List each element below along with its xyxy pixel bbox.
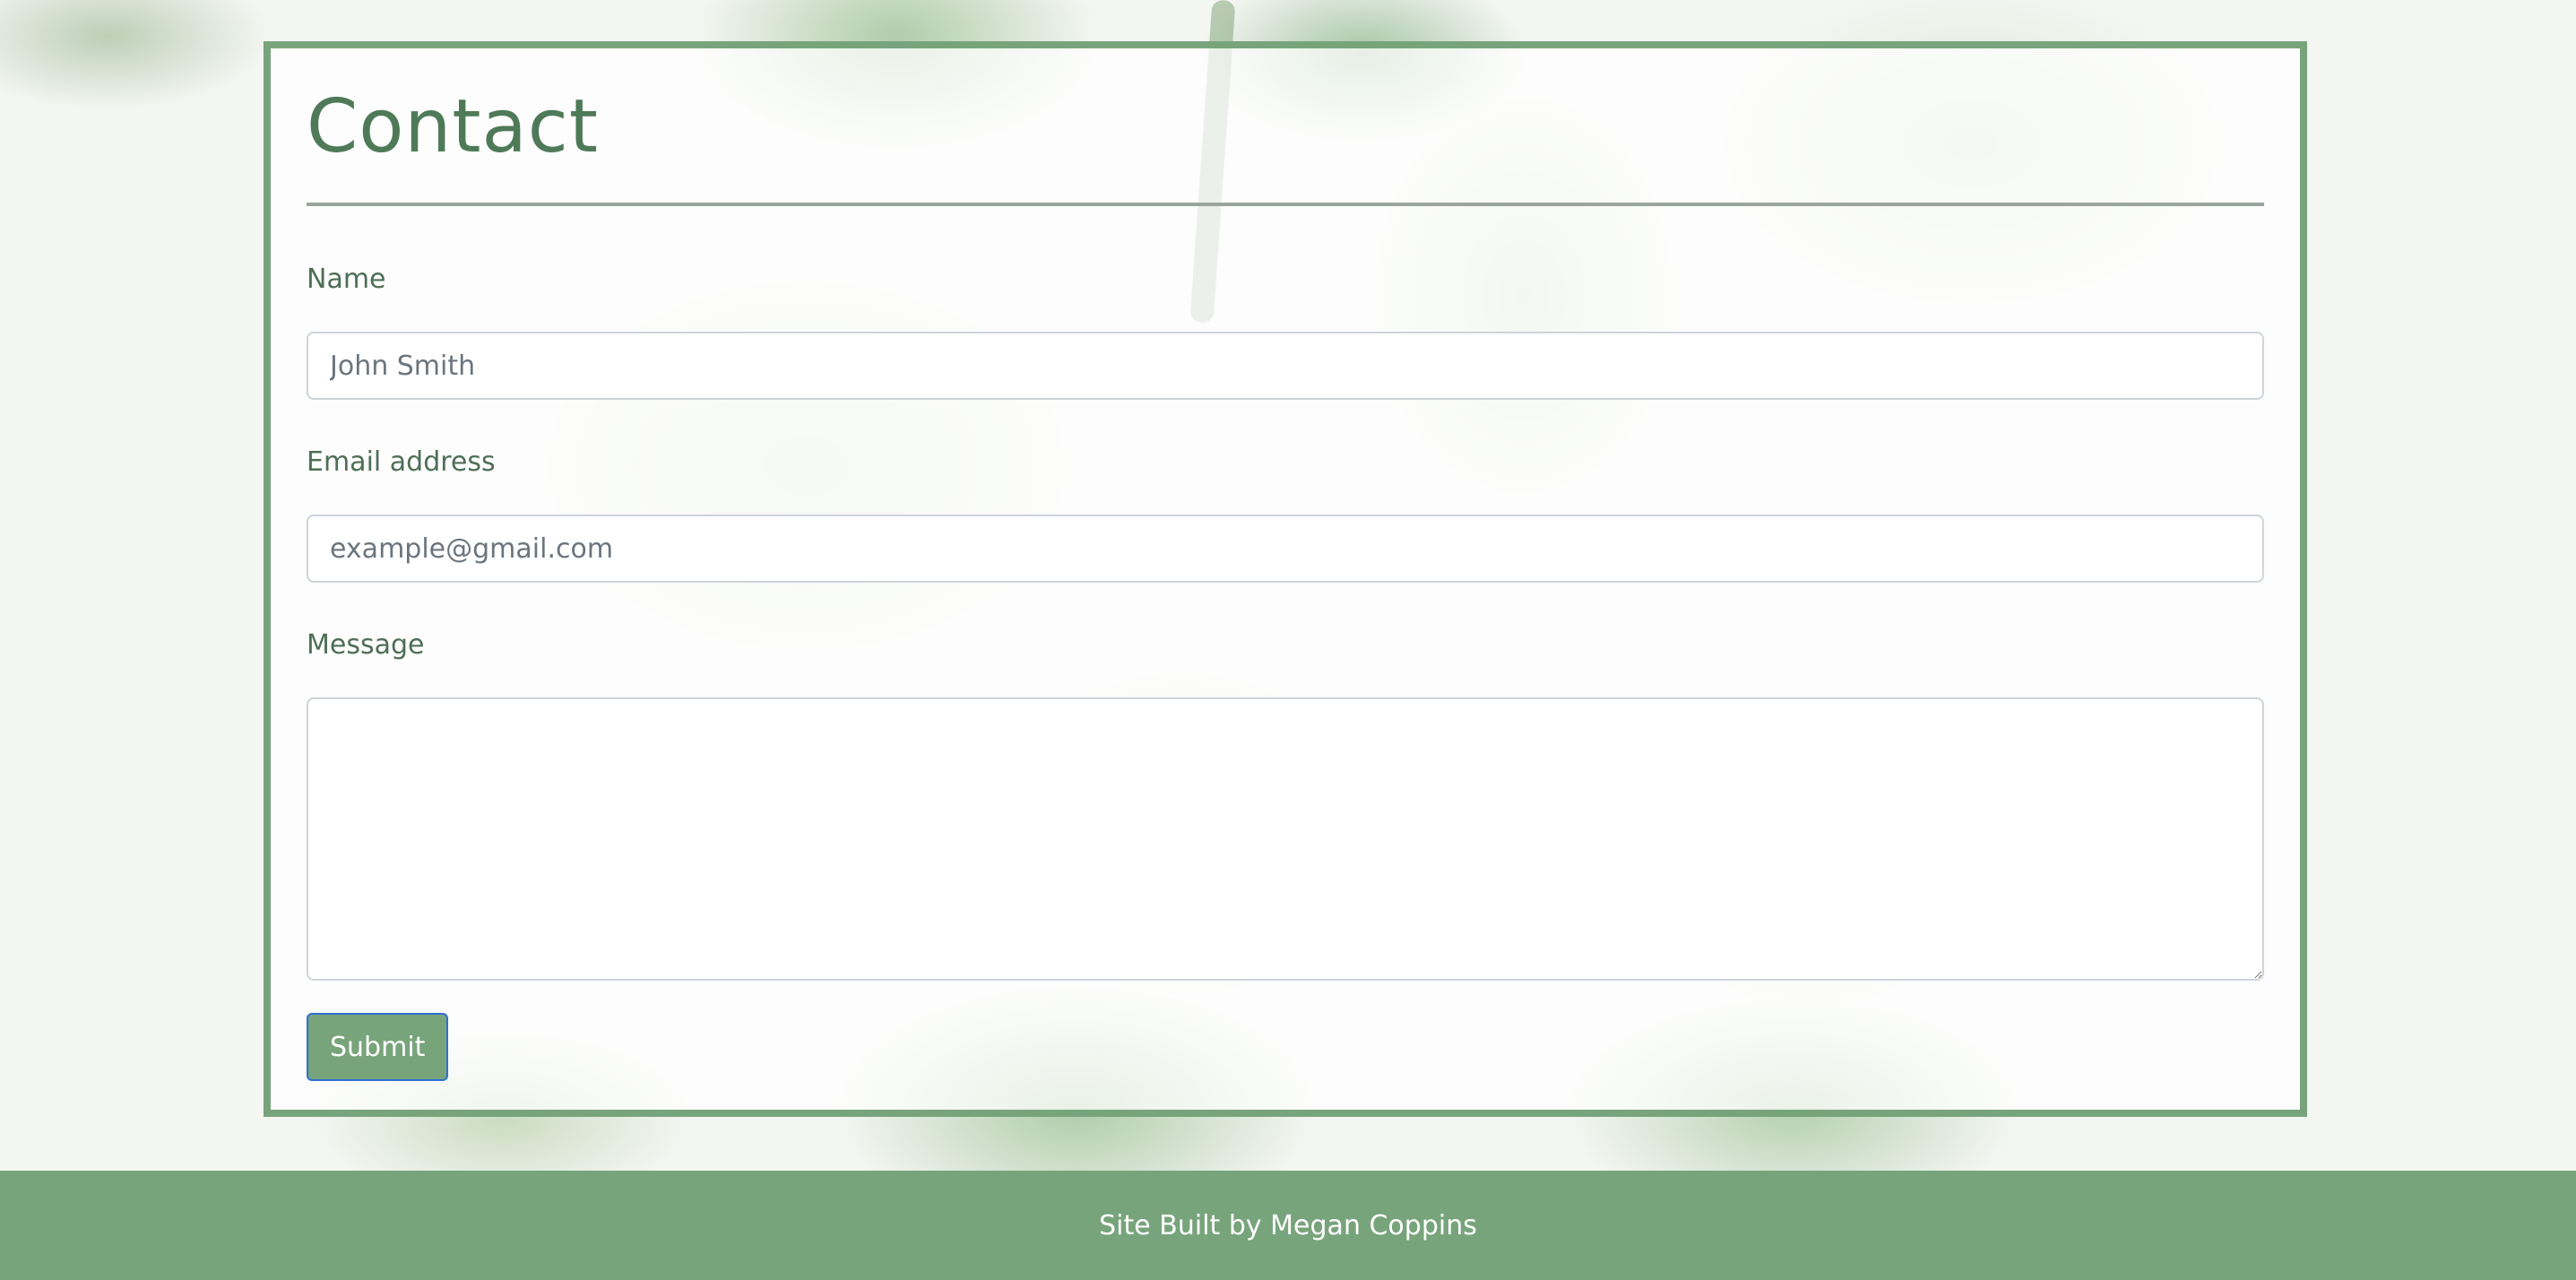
email-input[interactable]	[307, 515, 2264, 583]
title-divider	[307, 203, 2264, 206]
name-input[interactable]	[307, 332, 2264, 400]
submit-button[interactable]: Submit	[307, 1013, 449, 1081]
email-label: Email address	[307, 446, 496, 478]
page-title: Contact	[307, 84, 600, 169]
site-footer: Site Built by Megan Coppins	[0, 1171, 2576, 1280]
footer-credit: Site Built by Megan Coppins	[1099, 1209, 1477, 1241]
contact-card: Contact Name Email address Message Submi…	[264, 41, 2307, 1117]
name-label: Name	[307, 264, 386, 295]
message-textarea[interactable]	[307, 697, 2264, 981]
message-label: Message	[307, 629, 425, 661]
